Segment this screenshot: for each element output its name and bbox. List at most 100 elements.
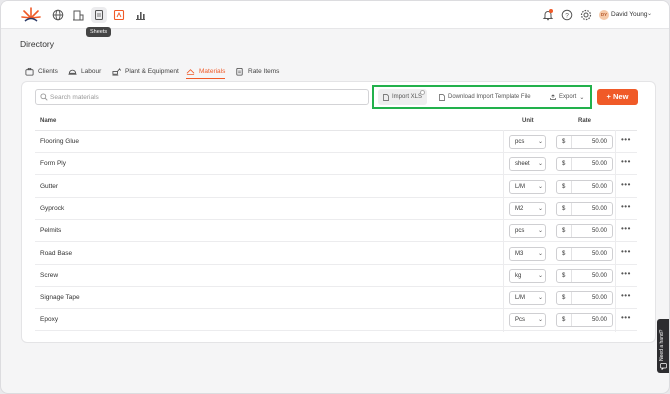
nav-tooltip: Sheets <box>86 27 112 37</box>
app-window: Sheets ? DY David Young ⌄ Directory Clie… <box>0 0 670 394</box>
chevron-down-icon: ⌄ <box>538 139 544 145</box>
search-box[interactable] <box>35 89 369 105</box>
top-nav: Sheets ? DY David Young ⌄ <box>1 1 669 37</box>
material-name: Signage Tape <box>40 294 80 302</box>
rate-input[interactable]: $50.00 <box>556 224 613 239</box>
chevron-down-icon: ⌄ <box>538 183 544 190</box>
tab-label: Labour <box>81 68 102 75</box>
currency-symbol: $ <box>562 205 566 212</box>
logo-icon[interactable] <box>21 6 41 24</box>
tab-label: Clients <box>38 68 58 75</box>
more-options-icon[interactable]: ••• <box>621 135 631 144</box>
rate-input[interactable]: $50.00 <box>556 268 613 283</box>
need-a-hand-tab[interactable]: Need a hand? <box>657 319 669 373</box>
chevron-down-icon[interactable]: ⌄ <box>647 10 652 17</box>
table-row: Road Base M3 ⌄ $50.00 ••• <box>35 243 637 265</box>
unit-select[interactable]: pcs ⌄ <box>509 135 546 149</box>
unit-value: pcs <box>515 139 525 145</box>
chevron-down-icon: ⌄ <box>538 205 544 212</box>
more-options-icon[interactable]: ••• <box>621 247 631 256</box>
rate-divider <box>571 247 572 260</box>
unit-select[interactable]: Pcs ⌄ <box>509 313 546 328</box>
user-name[interactable]: David Young <box>611 11 648 18</box>
table-row: Gyprock M2 ⌄ $50.00 ••• <box>35 198 637 220</box>
plans-icon[interactable] <box>113 9 125 21</box>
chart-icon[interactable] <box>134 9 146 21</box>
unit-select[interactable]: pcs ⌄ <box>509 224 546 239</box>
more-options-icon[interactable]: ••• <box>621 269 631 278</box>
page-title: Directory <box>20 39 55 49</box>
rate-input[interactable]: $50.00 <box>556 246 613 261</box>
more-options-icon[interactable]: ••• <box>621 157 631 166</box>
tab-labour[interactable]: Labour <box>68 64 101 79</box>
rate-input[interactable]: $50.00 <box>556 291 613 306</box>
tab-rate-items[interactable]: Rate Items <box>235 64 279 79</box>
unit-value: Pcs <box>515 317 526 324</box>
rate-divider <box>571 158 572 171</box>
unit-select[interactable]: M2 ⌄ <box>509 201 546 216</box>
new-material-button[interactable]: + New <box>597 89 638 105</box>
unit-select[interactable]: sheet ⌄ <box>509 157 546 172</box>
export-button[interactable]: Export ⌄ <box>545 89 589 105</box>
import-xls-label: Import XLS <box>392 94 423 100</box>
briefcase-icon <box>25 67 34 76</box>
currency-symbol: $ <box>562 317 566 324</box>
sheets-icon[interactable] <box>93 9 105 21</box>
chevron-down-icon: ⌄ <box>538 228 544 235</box>
chevron-down-icon: ⌄ <box>538 272 544 279</box>
more-options-icon[interactable]: ••• <box>621 224 631 233</box>
help-icon[interactable]: ? <box>561 9 573 21</box>
chevron-down-icon: ⌄ <box>538 250 544 257</box>
unit-value: M2 <box>515 205 524 212</box>
more-options-icon[interactable]: ••• <box>621 291 631 300</box>
chevron-down-icon: ⌄ <box>579 94 585 101</box>
chat-icon <box>660 363 667 370</box>
material-name: Epoxy <box>40 316 59 324</box>
unit-select[interactable]: L/M ⌄ <box>509 179 546 194</box>
globe-icon[interactable] <box>52 9 64 21</box>
rate-input[interactable]: $50.00 <box>556 201 613 216</box>
rate-value: 50.00 <box>591 161 607 168</box>
rate-value: 50.00 <box>591 205 607 212</box>
rate-value: 50.00 <box>591 317 607 324</box>
unit-select[interactable]: kg ⌄ <box>509 268 546 283</box>
download-template-label: Download Import Template File <box>448 94 531 100</box>
file-icon <box>383 93 389 101</box>
tab-clients[interactable]: Clients <box>25 64 58 79</box>
unit-select[interactable]: M3 ⌄ <box>509 246 546 261</box>
table-row: Flooring Glue pcs ⌄ $50.00 ••• <box>35 131 637 153</box>
tab-label: Plant & Equipment <box>125 68 179 75</box>
material-name: Road Base <box>40 249 73 257</box>
unit-value: sheet <box>515 161 530 168</box>
rate-input[interactable]: $50.00 <box>556 157 613 172</box>
rate-value: 50.00 <box>591 228 607 235</box>
unit-select[interactable]: L/M ⌄ <box>509 291 546 306</box>
table-row: Form Ply sheet ⌄ $50.00 ••• <box>35 153 637 176</box>
tab-plant-equipment[interactable]: Plant & Equipment <box>112 64 179 79</box>
rate-divider <box>571 225 572 238</box>
rate-value: 50.00 <box>591 183 607 190</box>
avatar[interactable]: DY <box>599 10 609 20</box>
file-icon <box>439 93 445 101</box>
need-a-hand-label: Need a hand? <box>659 329 665 361</box>
gear-icon[interactable] <box>580 9 592 21</box>
rate-input[interactable]: $50.00 <box>556 179 613 194</box>
table-row: Gutter L/M ⌄ $50.00 ••• <box>35 176 637 198</box>
unit-value: M3 <box>515 250 524 257</box>
unit-value: L/M <box>515 183 526 190</box>
material-name: Form Ply <box>40 160 66 168</box>
table-row: Pelmits pcs ⌄ $50.00 ••• <box>35 220 637 243</box>
currency-symbol: $ <box>562 161 566 168</box>
tab-materials[interactable]: Materials <box>186 64 226 79</box>
table-row: Epoxy Pcs ⌄ $50.00 ••• <box>35 309 637 332</box>
more-options-icon[interactable]: ••• <box>621 180 631 189</box>
search-input[interactable] <box>50 91 360 104</box>
rate-input[interactable]: $50.00 <box>556 313 613 328</box>
more-options-icon[interactable]: ••• <box>621 313 631 322</box>
download-template-button[interactable]: Download Import Template File <box>434 89 536 105</box>
more-options-icon[interactable]: ••• <box>621 202 631 211</box>
currency-symbol: $ <box>562 295 566 302</box>
rate-input[interactable]: $50.00 <box>556 135 613 149</box>
table-row: Signage Tape L/M ⌄ $50.00 ••• <box>35 287 637 310</box>
building-icon[interactable] <box>72 9 84 21</box>
